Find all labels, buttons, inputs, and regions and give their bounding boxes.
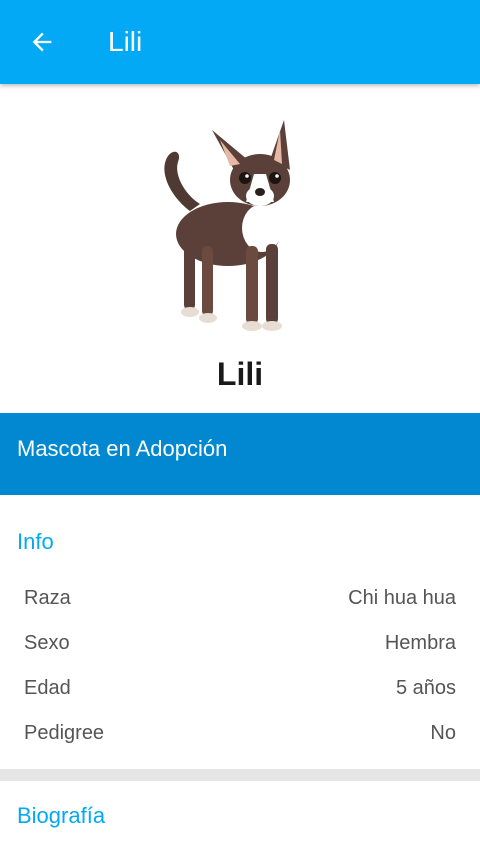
app-bar-title: Lili xyxy=(108,26,143,57)
adoption-banner-text: Mascota en Adopción xyxy=(17,436,228,461)
back-button[interactable] xyxy=(18,18,66,66)
section-divider xyxy=(0,769,480,781)
info-row-edad: Edad 5 años xyxy=(24,673,456,703)
adoption-banner: Mascota en Adopción xyxy=(0,413,480,495)
info-section-title: Info xyxy=(17,529,54,554)
app-bar: Lili xyxy=(0,0,480,84)
bio-section-title: Biografía xyxy=(17,803,106,828)
pet-name: Lili xyxy=(216,356,264,392)
arrow-left-icon xyxy=(32,32,52,52)
info-row-raza: Raza Chi hua hua xyxy=(24,583,456,613)
info-row-label: Pedigree xyxy=(24,722,105,744)
info-row-sexo: Sexo Hembra xyxy=(24,628,456,658)
info-row-label: Raza xyxy=(24,587,71,609)
info-row-value: No xyxy=(430,722,456,744)
pet-header: Lili xyxy=(0,84,480,413)
info-row-value: 5 años xyxy=(395,677,456,699)
pet-photo xyxy=(164,120,290,331)
info-row-label: Sexo xyxy=(24,632,70,654)
info-row-value: Hembra xyxy=(384,632,456,654)
info-row-label: Edad xyxy=(24,677,71,699)
info-row-pedigree: Pedigree No xyxy=(24,718,456,748)
info-row-value: Chi hua hua xyxy=(348,587,456,609)
